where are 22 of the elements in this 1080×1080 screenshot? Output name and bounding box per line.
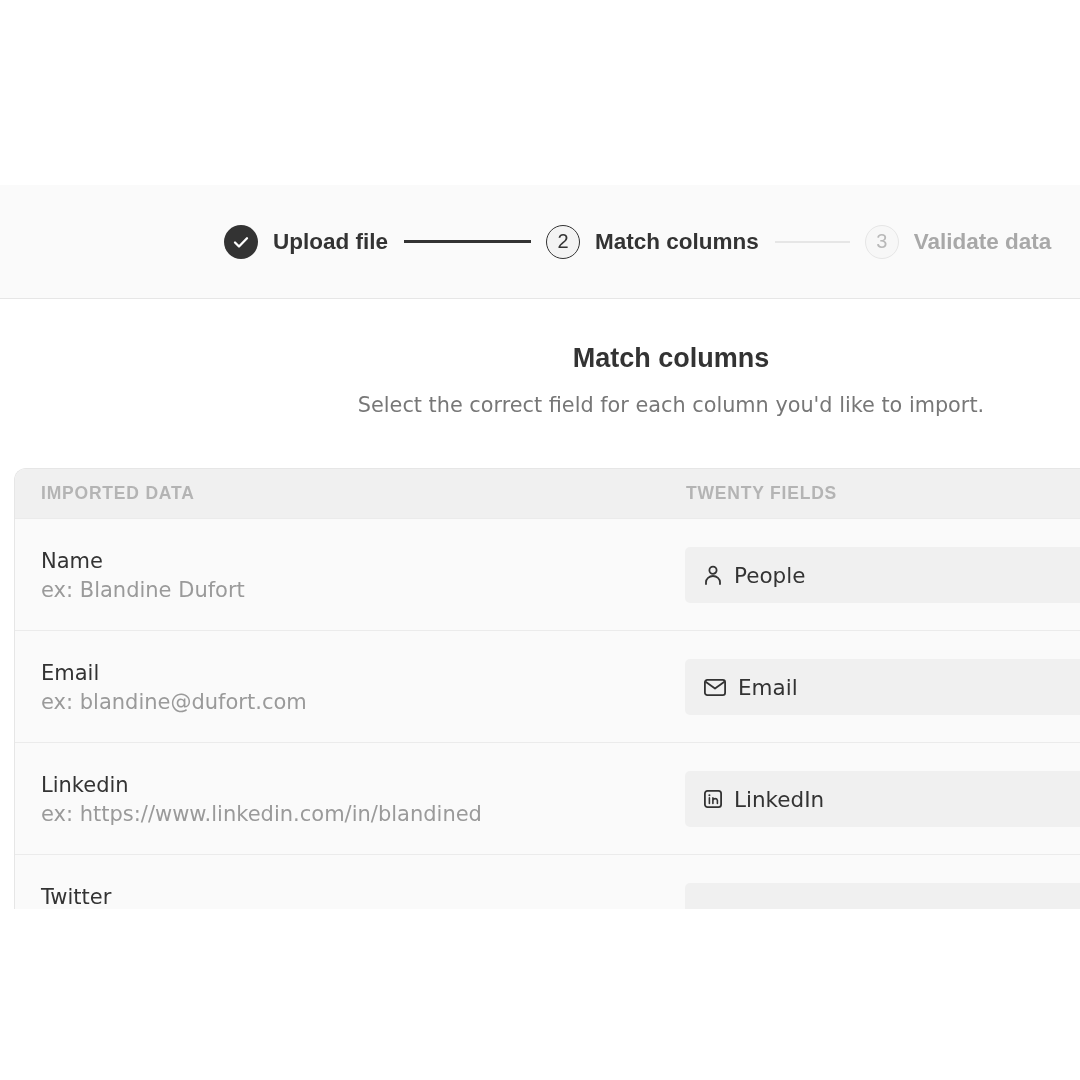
column-name: Linkedin <box>41 772 130 799</box>
step-number: 3 <box>864 224 899 259</box>
step-number: 2 <box>546 224 580 259</box>
example-value: ex: Blandine Dufort <box>41 577 246 604</box>
column-name: Twitter <box>41 884 113 909</box>
column-name: Name <box>41 548 104 575</box>
person-icon <box>704 565 722 585</box>
column-header: TWENTY FIELDS <box>685 483 838 504</box>
step-label: Match columns <box>595 228 759 255</box>
example-value: ex: https://www.linkedin.com/in/blandined <box>41 801 483 828</box>
column-name: Email <box>41 660 101 687</box>
step-label: Validate data <box>913 228 1052 255</box>
linkedin-icon <box>704 790 722 808</box>
field-select[interactable]: People <box>685 547 1080 603</box>
page-title: Match columns <box>571 342 771 374</box>
column-header: IMPORTED DATA <box>40 483 196 504</box>
mail-icon <box>704 678 726 696</box>
field-select[interactable]: LinkedIn <box>685 771 1080 827</box>
step-label: Upload file <box>273 228 388 255</box>
page-subtitle: Select the correct field for each column you'd like to import. <box>356 392 986 419</box>
example-value: ex: blandine@dufort.com <box>41 689 308 716</box>
field-select[interactable]: Email <box>685 659 1080 715</box>
